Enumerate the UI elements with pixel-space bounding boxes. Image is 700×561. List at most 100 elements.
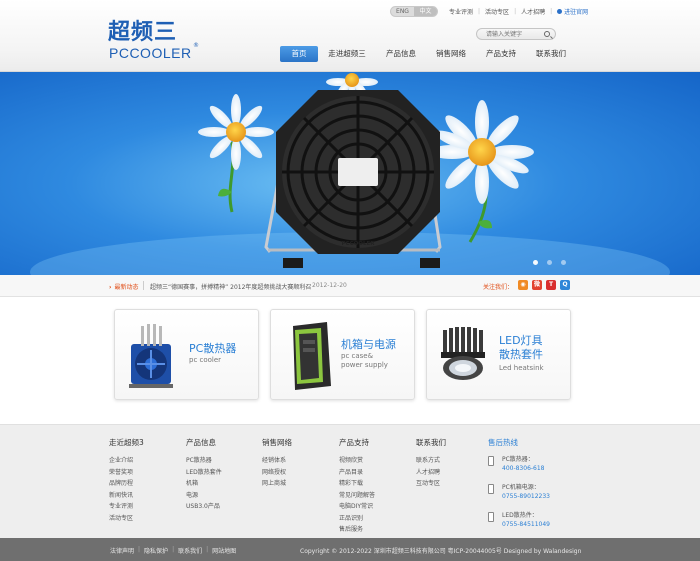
news-label: 最新动态 — [109, 282, 138, 291]
footer-col-sales: 销售网络 经销体系 网络授权 网上商城 — [262, 437, 292, 490]
hotline-item: PC散热器： 400-8306-618 — [488, 455, 550, 483]
footer-link[interactable]: 产品目录 — [339, 467, 375, 479]
phone-icon — [488, 456, 494, 466]
footer-link[interactable]: PC散热器 — [186, 455, 222, 467]
footer-col-title: 联系我们 — [416, 438, 446, 447]
bottom-bar: 法律声明 | 隐私保护 | 联系我们 | 网站地图 Copyright © 20… — [0, 538, 700, 561]
nav-item-home[interactable]: 首页 — [280, 46, 318, 62]
news-bar: 最新动态 超频三“德国赛事，拼搏精神” 2012年度超频挑战大赛顺利召 2012… — [0, 275, 700, 297]
search-box — [476, 28, 556, 40]
footer-link[interactable]: 精彩下载 — [339, 478, 375, 490]
legal-link[interactable]: 法律声明 — [110, 546, 134, 555]
hotline-title: 售后热线 — [488, 438, 518, 447]
footer-link[interactable]: 专业评测 — [109, 501, 144, 513]
tencent-weibo-icon[interactable]: T — [546, 280, 556, 290]
logo-chinese: 超频三 — [108, 20, 178, 45]
footer-link[interactable]: 正品识别 — [339, 513, 375, 525]
footer-link[interactable]: 企业介绍 — [109, 455, 144, 467]
footer-link[interactable]: 视频欣赏 — [339, 455, 375, 467]
footer-col-title: 销售网络 — [262, 438, 292, 447]
divider: | — [172, 546, 175, 553]
site-footer: 走近超频3 企业介绍 荣誉奖项 品牌历程 新闻快讯 专业评测 活动专区 产品信息… — [0, 424, 700, 538]
footer-hotline: 售后热线 PC散热器： 400-8306-618 PC机箱电源： 0755-89… — [488, 437, 550, 539]
privacy-link[interactable]: 隐私保护 — [144, 546, 168, 555]
footer-col-products: 产品信息 PC散热器 LED散热套件 机箱 电源 USB3.0产品 — [186, 437, 222, 513]
footer-link[interactable]: 机箱 — [186, 478, 222, 490]
language-switch[interactable]: ENG 中文 — [390, 6, 438, 17]
lang-option-cn[interactable]: 中文 — [414, 7, 437, 16]
footer-col-support: 产品支持 视频欣赏 产品目录 精彩下载 常见问题解答 电脑DIY常识 正品识别 … — [339, 437, 375, 536]
product-subtitle-line2: power supply — [341, 361, 388, 369]
footer-link[interactable]: 常见问题解答 — [339, 490, 375, 502]
phone-icon — [488, 484, 494, 494]
lang-option-eng[interactable]: ENG — [391, 7, 414, 16]
pc-case-icon — [293, 322, 331, 390]
footer-link[interactable]: 售后服务 — [339, 524, 375, 536]
divider: | — [550, 8, 553, 15]
hotline-number: 0755-84511049 — [502, 521, 550, 528]
sitemap-link[interactable]: 网站地图 — [212, 546, 236, 555]
toplink-events[interactable]: 活动专区 — [485, 7, 509, 16]
nav-item-support[interactable]: 产品支持 — [476, 46, 526, 62]
hero-banner[interactable]: PCCOOLER — [0, 72, 700, 275]
daisy-right — [430, 100, 534, 204]
nav-item-contact[interactable]: 联系我们 — [526, 46, 576, 62]
hotline-item: LED散热件： 0755-84511049 — [488, 511, 550, 539]
footer-link[interactable]: 互动专区 — [416, 478, 446, 490]
contact-link[interactable]: 联系我们 — [178, 546, 202, 555]
product-card-led-heatsink[interactable]: LED灯具 散热套件 Led heatsink — [426, 309, 571, 400]
top-links: 专业评测 | 活动专区 | 人才招聘 | 进驻官网 — [449, 6, 588, 17]
product-subtitle-line1: pc case& — [341, 352, 374, 360]
footer-link[interactable]: 电源 — [186, 490, 222, 502]
copyright-text: Copyright © 2012-2022 深圳市超频三科技有限公司 粤ICP-… — [300, 548, 582, 555]
divider: | — [478, 8, 481, 15]
nav-item-products[interactable]: 产品信息 — [376, 46, 426, 62]
footer-link[interactable]: 网上商城 — [262, 478, 292, 490]
footer-col-contact: 联系我们 联系方式 人才招聘 互动专区 — [416, 437, 446, 490]
cpu-cooler-icon — [129, 324, 173, 388]
slide-dot-2[interactable] — [547, 260, 552, 265]
daisy-left — [198, 94, 274, 170]
footer-col-title: 产品支持 — [339, 438, 369, 447]
toplink-jobs[interactable]: 人才招聘 — [521, 7, 545, 16]
brand-logo[interactable]: 超频三 PCCOOLER ® — [108, 20, 199, 64]
footer-link[interactable]: 经销体系 — [262, 455, 292, 467]
product-title: PC散热器 — [189, 342, 237, 355]
footer-link[interactable]: LED散热套件 — [186, 467, 222, 479]
search-icon[interactable] — [544, 31, 550, 37]
nav-item-sales[interactable]: 销售网络 — [426, 46, 476, 62]
led-lamp-icon — [441, 327, 485, 380]
phone-icon — [488, 512, 494, 522]
news-headline[interactable]: 超频三“德国赛事，拼搏精神” 2012年度超频挑战大赛顺利召 — [150, 282, 311, 291]
footer-link[interactable]: 电脑DIY常识 — [339, 501, 375, 513]
weibo-icon[interactable]: 微 — [532, 280, 542, 290]
toplink-official-site[interactable]: 进驻官网 — [564, 7, 588, 16]
nav-item-about[interactable]: 走进超频三 — [318, 46, 376, 62]
slide-dot-1[interactable] — [533, 260, 538, 265]
footer-link[interactable]: USB3.0产品 — [186, 501, 222, 513]
divider: | — [138, 546, 141, 553]
footer-link[interactable]: 联系方式 — [416, 455, 446, 467]
footer-link[interactable]: 新闻快讯 — [109, 490, 144, 502]
news-date: 2012-12-20 — [312, 282, 347, 289]
product-title-line1: LED灯具 — [499, 334, 543, 347]
product-subtitle: pc cooler — [189, 356, 222, 364]
logo-english: PCCOOLER — [109, 45, 192, 61]
hotline-label: PC散热器： — [502, 456, 534, 463]
slide-dot-3[interactable] — [561, 260, 566, 265]
search-input[interactable] — [486, 30, 541, 39]
slide-pagination — [533, 260, 575, 265]
footer-link[interactable]: 活动专区 — [109, 513, 144, 525]
toplink-reviews[interactable]: 专业评测 — [449, 7, 473, 16]
rss-icon[interactable]: ◉ — [518, 280, 528, 290]
divider: | — [206, 546, 209, 553]
footer-link[interactable]: 人才招聘 — [416, 467, 446, 479]
footer-link[interactable]: 网络授权 — [262, 467, 292, 479]
qzone-icon[interactable]: Q — [560, 280, 570, 290]
site-header: 超频三 PCCOOLER ® ENG 中文 专业评测 | 活动专区 | 人才招聘… — [0, 0, 700, 72]
footer-link[interactable]: 品牌历程 — [109, 478, 144, 490]
footer-link[interactable]: 荣誉奖项 — [109, 467, 144, 479]
product-card-case-power[interactable]: 机箱与电源 pc case& power supply — [270, 309, 415, 400]
legal-links: 法律声明 | 隐私保护 | 联系我们 | 网站地图 — [110, 546, 236, 555]
product-card-pc-cooler[interactable]: PC散热器 pc cooler — [114, 309, 259, 400]
